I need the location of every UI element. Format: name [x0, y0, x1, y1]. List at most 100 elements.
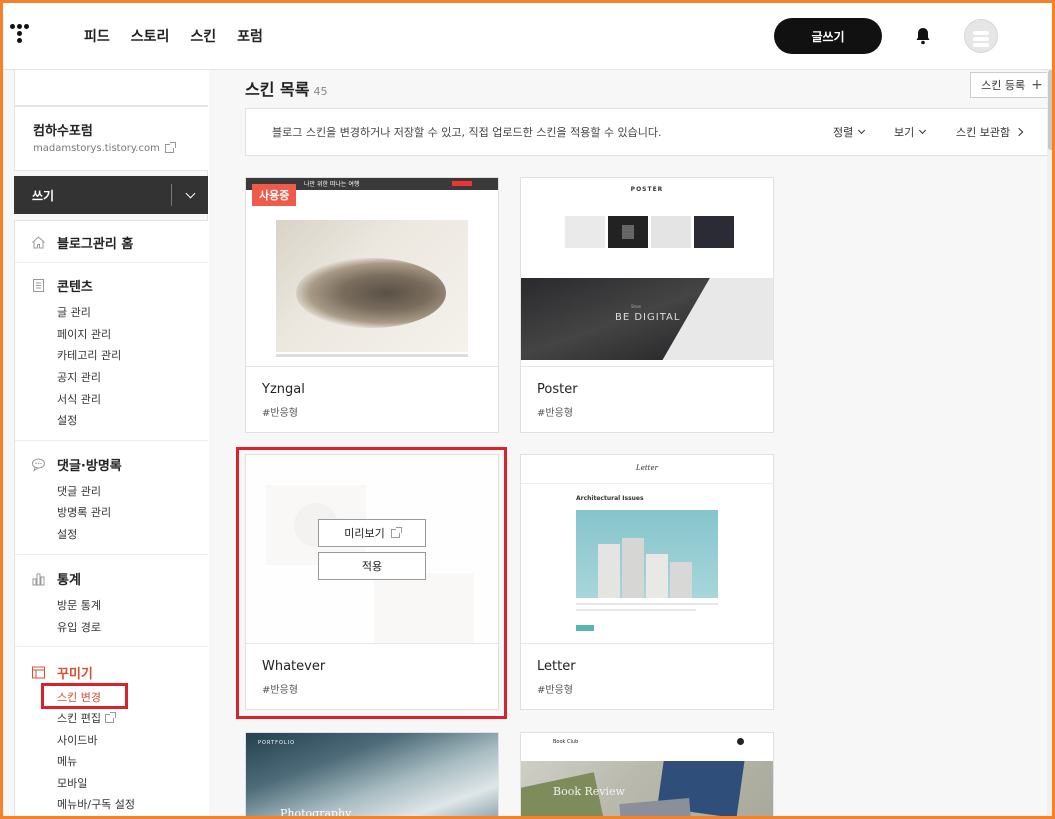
thumb-rule	[521, 483, 773, 484]
thumb-product-3	[651, 216, 691, 248]
sidebar-item-pages[interactable]: 페이지 관리	[57, 326, 111, 342]
thumb-building-3	[646, 554, 668, 598]
thumb-toggle	[737, 738, 744, 745]
write-bar: 쓰기	[14, 176, 208, 214]
sidebar-item-comments-settings[interactable]: 설정	[57, 526, 77, 542]
blog-info: 컴하수포럼 madamstorys.tistory.com	[14, 106, 208, 171]
sidebar-item-comments[interactable]: 댓글 관리	[57, 483, 101, 499]
thumb-book-3	[619, 798, 693, 819]
thumb-building-2	[622, 538, 644, 598]
view-dropdown[interactable]: 보기	[894, 124, 927, 140]
menu-section-design: 꾸미기 스킨 변경 스킨 편집 사이드바 메뉴 모바일 메뉴바/구독 설정	[15, 647, 208, 818]
skin-storage-link[interactable]: 스킨 보관함	[956, 124, 1024, 140]
selected-card-highlight	[236, 447, 507, 719]
thumb-banner-sub: Shoe	[631, 304, 641, 309]
sidebar-heading-contents[interactable]: 콘텐츠	[33, 276, 93, 295]
sidebar-item-home[interactable]: 블로그관리 홈	[32, 233, 134, 252]
nav-forum[interactable]: 포럼	[237, 26, 263, 46]
thumb-search-accent	[452, 181, 472, 186]
nav-skin[interactable]: 스킨	[190, 26, 216, 46]
active-item-highlight	[41, 683, 128, 709]
sidebar-item-mobile[interactable]: 모바일	[57, 775, 87, 791]
skin-name: Yzngal	[262, 382, 305, 397]
skin-card-portfolio[interactable]: PORTFOLIO Photography	[245, 732, 499, 819]
blog-url-text[interactable]: madamstorys.tistory.com	[33, 143, 160, 154]
blog-url[interactable]: madamstorys.tistory.com	[33, 142, 176, 154]
thumb-building-1	[598, 544, 620, 598]
skin-count: 45	[313, 85, 328, 98]
bar-chart-icon	[32, 573, 45, 586]
nav-story[interactable]: 스토리	[131, 26, 170, 46]
page-title-text: 스킨 목록	[245, 80, 310, 99]
chevron-right-icon	[1014, 127, 1024, 137]
register-skin-label: 스킨 등록	[981, 79, 1026, 92]
scrollbar[interactable]	[1047, 70, 1055, 819]
sidebar-item-guestbook[interactable]: 방명록 관리	[57, 504, 111, 520]
thumb-text-line	[576, 603, 718, 605]
skin-card-yzngal[interactable]: 나만 위한 떠나는 여행 사용중 Yzngal #반응형	[245, 177, 499, 433]
bell-icon[interactable]	[913, 26, 933, 46]
thumb-product-2	[608, 216, 648, 248]
sidebar-item-home-label: 블로그관리 홈	[57, 237, 134, 252]
tistory-logo-icon[interactable]	[10, 24, 34, 48]
sidebar-heading-stats[interactable]: 통계	[32, 569, 81, 588]
sidebar-item-skin-edit[interactable]: 스킨 편집	[57, 710, 116, 726]
sidebar-item-contents-settings[interactable]: 설정	[57, 412, 77, 428]
sidebar-item-categories[interactable]: 카테고리 관리	[57, 347, 121, 363]
sidebar-heading-stats-label: 통계	[57, 573, 81, 588]
card-divider	[246, 366, 498, 367]
sidebar-item-menu[interactable]: 메뉴	[57, 753, 77, 769]
sidebar-item-menubar-settings[interactable]: 메뉴바/구독 설정	[57, 796, 135, 812]
scrollbar-thumb[interactable]	[1048, 70, 1054, 150]
nav-feed[interactable]: 피드	[84, 26, 110, 46]
sidebar-item-sidebar[interactable]: 사이드바	[57, 732, 97, 748]
page-title: 스킨 목록 45	[245, 76, 327, 100]
layout-icon	[32, 666, 45, 679]
skin-thumbnail-portfolio: PORTFOLIO Photography	[246, 733, 498, 819]
menu-section-stats: 통계 방문 통계 유입 경로	[15, 555, 208, 647]
sidebar-item-notices[interactable]: 공지 관리	[57, 369, 101, 385]
sidebar-heading-comments[interactable]: 댓글·방명록	[32, 455, 122, 474]
thumb-header-text: POSTER	[630, 186, 664, 193]
register-skin-button[interactable]: 스킨 등록 +	[970, 72, 1054, 98]
write-dropdown-button[interactable]	[172, 188, 208, 198]
write-button[interactable]: 쓰기	[14, 187, 171, 204]
menu-section-contents: 콘텐츠 글 관리 페이지 관리 카테고리 관리 공지 관리 서식 관리 설정	[15, 263, 208, 441]
info-text: 블로그 스킨을 변경하거나 저장할 수 있고, 직접 업로드한 스킨을 적용할 …	[272, 126, 662, 139]
thumb-photo	[576, 510, 718, 598]
thumb-caption: Photography	[280, 807, 352, 819]
blog-name[interactable]: 컴하수포럼	[33, 120, 93, 139]
skin-card-book-club[interactable]: Book Club Book Review	[520, 732, 774, 819]
document-icon	[33, 279, 44, 292]
skin-tag: #반응형	[537, 685, 573, 696]
skin-thumbnail-yzngal: 나만 위한 떠나는 여행	[246, 178, 498, 366]
menu-section-comments: 댓글·방명록 댓글 관리 방명록 관리 설정	[15, 441, 208, 555]
skin-tag: #반응형	[262, 408, 298, 419]
sidebar-item-referrers[interactable]: 유입 경로	[57, 619, 101, 635]
chevron-down-icon	[185, 188, 195, 198]
speech-bubble-icon	[32, 458, 45, 472]
card-divider	[521, 366, 773, 367]
sidebar-item-templates[interactable]: 서식 관리	[57, 391, 101, 407]
sort-dropdown[interactable]: 정렬	[833, 124, 866, 140]
thumb-text-line	[276, 354, 468, 357]
thumb-caption: Book Review	[553, 785, 625, 798]
sidebar-heading-design-label: 꾸미기	[57, 667, 93, 682]
skin-card-letter[interactable]: Letter Architectural Issues Letter #반응형	[520, 454, 774, 710]
menu-section-home: 블로그관리 홈	[15, 221, 208, 263]
skin-card-poster[interactable]: POSTER Shoe BE DIGITAL Poster #반응형	[520, 177, 774, 433]
sidebar-heading-design[interactable]: 꾸미기	[32, 663, 93, 682]
in-use-badge: 사용중	[252, 184, 297, 206]
external-link-icon	[164, 142, 176, 153]
thumb-building-4	[670, 562, 692, 598]
thumb-header-text: 나만 위한 떠나는 여행	[304, 181, 360, 188]
sidebar-item-posts[interactable]: 글 관리	[57, 304, 91, 320]
skin-thumbnail-poster: POSTER Shoe BE DIGITAL	[521, 178, 773, 366]
write-post-button[interactable]: 글쓰기	[774, 18, 882, 54]
sidebar-item-skin-edit-label: 스킨 편집	[57, 712, 101, 725]
thumb-cat	[296, 258, 446, 328]
skin-name: Letter	[537, 659, 576, 674]
skin-tag: #반응형	[537, 408, 573, 419]
sidebar-item-visit-stats[interactable]: 방문 통계	[57, 597, 101, 613]
avatar[interactable]	[964, 19, 998, 53]
